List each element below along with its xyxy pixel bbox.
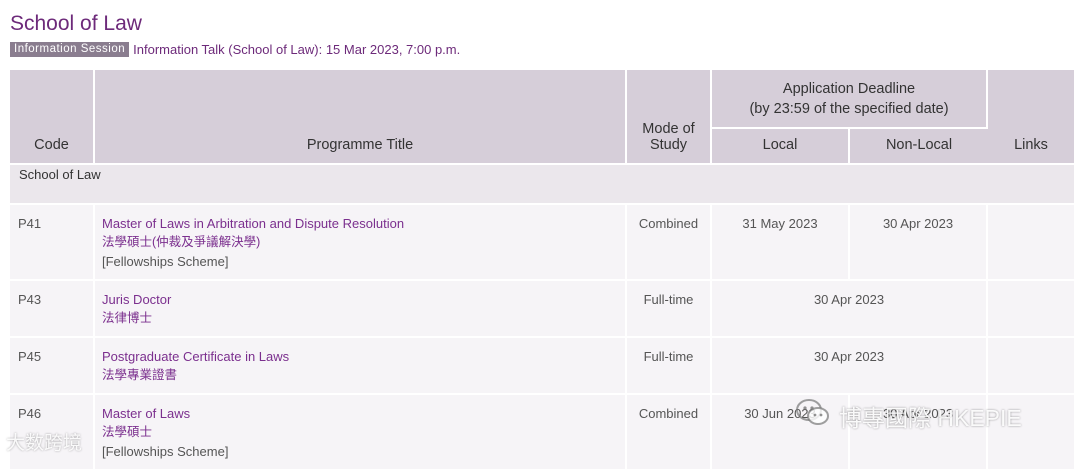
programme-title-link[interactable]: Juris Doctor [102,290,625,309]
programme-title-link[interactable]: Master of Laws [102,404,625,423]
links-cell [988,338,1075,395]
watermark-left: 大数跨境 [6,428,82,455]
header-non-local: Non-Local [850,129,989,165]
deadline-non-local: 30 Apr 2023 [850,205,989,281]
programme-code: P43 [10,281,95,338]
mode-of-study: Combined [627,205,712,281]
programme-title-cell: Juris Doctor 法律博士 [95,281,627,338]
programme-title-zh[interactable]: 法學碩士 [102,423,625,442]
programme-title-cell: Postgraduate Certificate in Laws 法學專業證書 [95,338,627,395]
header-deadline-line2: (by 23:59 of the specified date) [749,100,949,117]
header-mode-line2: Study [649,137,688,153]
programme-title-cell: Master of Laws 法學碩士 [Fellowships Scheme] [95,395,627,471]
header-links: Links [988,70,1075,165]
watermark-right-text: 博專國際 HKEPIE [839,405,1022,431]
programme-title-cell: Master of Laws in Arbitration and Disput… [95,205,627,281]
info-session-badge: Information Session [10,41,130,57]
watermark-left-text: 大数跨境 [6,433,83,454]
programme-title-zh[interactable]: 法學專業證書 [102,366,625,385]
programme-title-zh[interactable]: 法律博士 [102,309,625,328]
deadline-combined: 30 Apr 2023 [712,338,989,395]
programme-title-link[interactable]: Postgraduate Certificate in Laws [102,347,625,366]
programme-note: [Fellowships Scheme] [102,444,229,459]
programme-title-link[interactable]: Master of Laws in Arbitration and Disput… [102,214,625,233]
programme-code: P45 [10,338,95,395]
table-row: P41 Master of Laws in Arbitration and Di… [10,205,1075,281]
programme-code: P41 [10,205,95,281]
table-row: P43 Juris Doctor 法律博士 Full-time 30 Apr 2… [10,281,1075,338]
info-session-line: Information Session Information Talk (Sc… [10,41,1070,57]
wechat-icon [795,398,831,434]
mode-of-study: Combined [627,395,712,471]
group-header-school-of-law: School of Law [10,165,1075,205]
header-code: Code [10,70,95,165]
mode-of-study: Full-time [627,281,712,338]
header-local: Local [712,129,850,165]
info-talk-text[interactable]: Information Talk (School of Law): 15 Mar… [133,42,460,57]
header-application-deadline: Application Deadline (by 23:59 of the sp… [712,70,989,129]
header-programme-title: Programme Title [95,70,627,165]
deadline-combined: 30 Apr 2023 [712,281,989,338]
links-cell [988,281,1075,338]
programme-title-zh[interactable]: 法學碩士(仲裁及爭議解決學) [102,233,625,252]
header-mode-of-study: Mode of Study [627,70,712,165]
watermark-right: 博專國際 HKEPIE [795,398,1022,434]
deadline-local: 31 May 2023 [712,205,850,281]
header-deadline-line1: Application Deadline [782,80,916,97]
header-mode-line1: Mode of [642,121,695,137]
mode-of-study: Full-time [627,338,712,395]
table-row: P45 Postgraduate Certificate in Laws 法學專… [10,338,1075,395]
links-cell [988,205,1075,281]
programme-note: [Fellowships Scheme] [102,254,229,269]
page-title: School of Law [10,12,142,35]
